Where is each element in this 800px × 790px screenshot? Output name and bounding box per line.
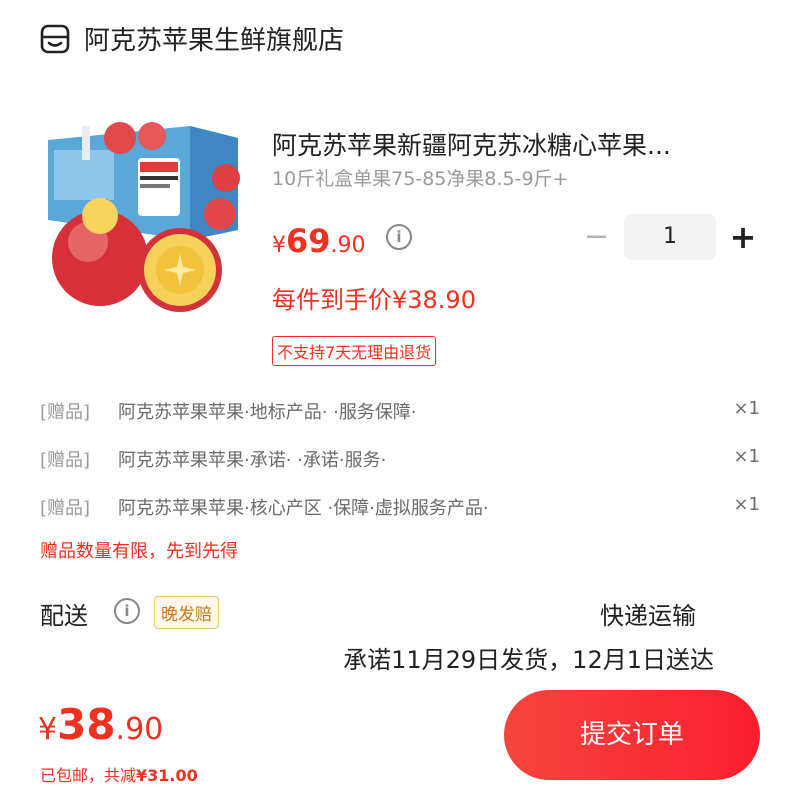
gift-name: 阿克苏苹果苹果·地标产品· ·服务保障·: [118, 402, 417, 423]
net-price: 每件到手价¥38.90: [272, 286, 476, 314]
gift-item[interactable]: [赠品] 阿克苏苹果苹果·地标产品· ·服务保障· ×1: [40, 396, 760, 426]
gift-limit-notice: 赠品数量有限，先到先得: [40, 541, 238, 562]
gift-tag: [赠品]: [40, 450, 91, 471]
saved-prefix: 共减: [104, 766, 137, 785]
store-icon: [40, 24, 70, 54]
product-spec[interactable]: 10斤礼盒单果75-85净果8.5-9斤+: [272, 164, 568, 191]
quantity-field[interactable]: 1: [624, 214, 716, 260]
price-integer: 69: [286, 222, 331, 260]
gift-quantity: ×1: [733, 494, 760, 515]
store-name[interactable]: 阿克苏苹果生鲜旗舰店: [84, 20, 344, 57]
product-price: ¥69.90: [272, 222, 366, 260]
gift-tag: [赠品]: [40, 498, 91, 519]
gift-item[interactable]: [赠品] 阿克苏苹果苹果·承诺· ·承诺·服务· ×1: [40, 444, 760, 474]
late-delivery-compensation-badge[interactable]: 晚发赔: [154, 596, 219, 629]
saved-amount: ¥31.00: [136, 766, 198, 785]
gift-name: 阿克苏苹果苹果·核心产区 ·保障·虚拟服务产品·: [118, 498, 489, 519]
price-symbol: ¥: [272, 233, 286, 258]
product-title[interactable]: 阿克苏苹果新疆阿克苏冰糖心苹果...: [272, 126, 671, 162]
price-decimal: .90: [330, 233, 366, 258]
submit-order-button[interactable]: 提交订单: [504, 690, 760, 780]
total-decimal: .90: [115, 712, 164, 747]
gift-quantity: ×1: [733, 398, 760, 419]
apple-gift-box-image[interactable]: [40, 118, 240, 318]
decrease-quantity-button[interactable]: −: [584, 222, 609, 254]
delivery-promise: 承诺11月29日发货，12月1日送达: [343, 646, 714, 674]
order-total: ¥38.90: [38, 700, 163, 749]
increase-quantity-button[interactable]: +: [728, 220, 758, 254]
shipping-method: 快递运输: [600, 602, 696, 630]
gift-name: 阿克苏苹果苹果·承诺· ·承诺·服务·: [118, 450, 387, 471]
free-shipping-text: 已包邮，: [40, 766, 105, 785]
total-integer: 38: [57, 700, 116, 749]
total-symbol: ¥: [38, 712, 58, 747]
price-info-icon[interactable]: i: [386, 224, 412, 250]
gift-item[interactable]: [赠品] 阿克苏苹果苹果·核心产区 ·保障·虚拟服务产品· ×1: [40, 492, 760, 522]
gift-quantity: ×1: [733, 446, 760, 467]
shipping-info-icon[interactable]: i: [114, 598, 140, 624]
gift-tag: [赠品]: [40, 402, 91, 423]
total-summary: 已包邮，共减¥31.00: [40, 762, 198, 786]
shipping-label: 配送: [40, 602, 88, 630]
no-return-badge: 不支持7天无理由退货: [272, 336, 437, 366]
